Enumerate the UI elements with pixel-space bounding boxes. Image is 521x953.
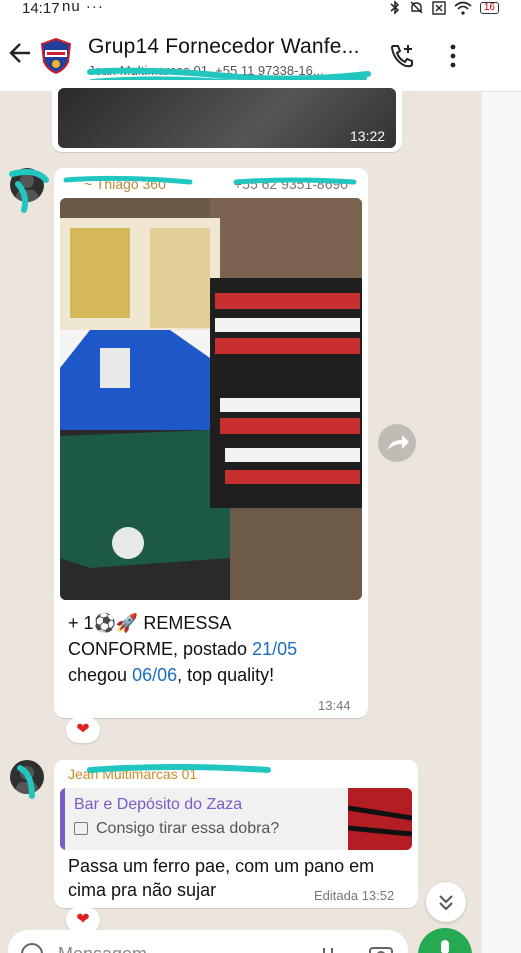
date-link[interactable]: 21/05 xyxy=(252,639,297,659)
message-photo[interactable] xyxy=(60,198,362,600)
quote-text: Consigo tirar essa dobra? xyxy=(96,820,280,837)
message-time: 13:44 xyxy=(318,698,351,713)
forward-icon xyxy=(388,435,409,450)
status-notification-glyphs: nu ··· xyxy=(62,0,104,15)
message-image[interactable] xyxy=(58,88,396,148)
wallpaper-edge xyxy=(482,92,521,953)
date-link[interactable]: 06/06 xyxy=(132,665,177,685)
mic-button[interactable] xyxy=(418,928,472,953)
back-arrow-icon[interactable] xyxy=(8,38,34,68)
sender-name[interactable]: Jean Multimarcas 01 xyxy=(68,766,197,782)
forward-button[interactable] xyxy=(378,424,416,462)
caption-line: CONFORME, postado 21/05 xyxy=(68,639,298,659)
more-options-icon[interactable] xyxy=(444,42,462,70)
attach-icon[interactable] xyxy=(318,942,338,953)
quote-sender: Bar e Depósito do Zaza xyxy=(74,796,243,813)
emoji-icon[interactable] xyxy=(20,942,44,953)
composer-placeholder[interactable]: Mensagem xyxy=(58,944,147,953)
status-bar: 14:17 nu ··· 16 xyxy=(0,0,521,18)
reaction-heart[interactable]: ❤ xyxy=(66,717,100,743)
sender-avatar[interactable] xyxy=(10,168,44,202)
quote-accent-bar xyxy=(60,788,65,850)
camera-icon[interactable] xyxy=(368,942,394,953)
wifi-icon xyxy=(454,1,472,15)
quoted-message[interactable]: Bar e Depósito do Zaza Consigo tirar ess… xyxy=(60,788,412,850)
sender-avatar[interactable] xyxy=(10,760,44,794)
double-chevron-down-icon xyxy=(439,895,453,911)
jerseys-photo-graphic xyxy=(60,198,362,600)
message-time: 13:22 xyxy=(350,128,386,144)
sender-phone: +55 62 9351-8690 xyxy=(234,176,349,192)
battery-icon: 16 xyxy=(479,1,499,14)
photo-icon xyxy=(74,822,88,835)
mic-icon xyxy=(441,940,449,953)
status-icons: 16 xyxy=(389,0,499,15)
message-text-line: Passa um ferro pae, com um pano em xyxy=(68,856,375,876)
status-time: 14:17 xyxy=(22,0,60,17)
mute-icon xyxy=(410,1,423,14)
caption-line: + 1⚽🚀 REMESSA xyxy=(68,613,232,633)
chat-members[interactable]: Jean Multimarcas 01, +55 11 97338-16... xyxy=(88,63,324,78)
image-caption-message[interactable]: ~ Thiago 360 +55 62 9351-8690 + 1⚽🚀 REME… xyxy=(54,168,368,718)
add-call-icon[interactable] xyxy=(388,42,416,70)
sender-name[interactable]: ~ Thiago 360 xyxy=(84,176,166,192)
sim-off-icon xyxy=(432,0,446,15)
chat-title[interactable]: Grup14 Fornecedor Wanfe... xyxy=(88,35,360,59)
group-avatar[interactable] xyxy=(40,38,72,74)
image-message[interactable]: 13:22 xyxy=(52,80,402,152)
message-time: Editada 13:52 xyxy=(314,888,395,903)
caption-line: chegou 06/06, top quality! xyxy=(68,665,275,685)
message-composer[interactable]: Mensagem xyxy=(8,930,408,953)
reply-message[interactable]: Jean Multimarcas 01 Bar e Depósito do Za… xyxy=(54,760,418,908)
scroll-to-bottom-button[interactable] xyxy=(426,882,466,922)
message-caption: + 1⚽🚀 REMESSA CONFORME, postado 21/05 ch… xyxy=(68,610,358,688)
quote-thumbnail xyxy=(347,788,412,850)
bluetooth-icon xyxy=(390,0,399,15)
